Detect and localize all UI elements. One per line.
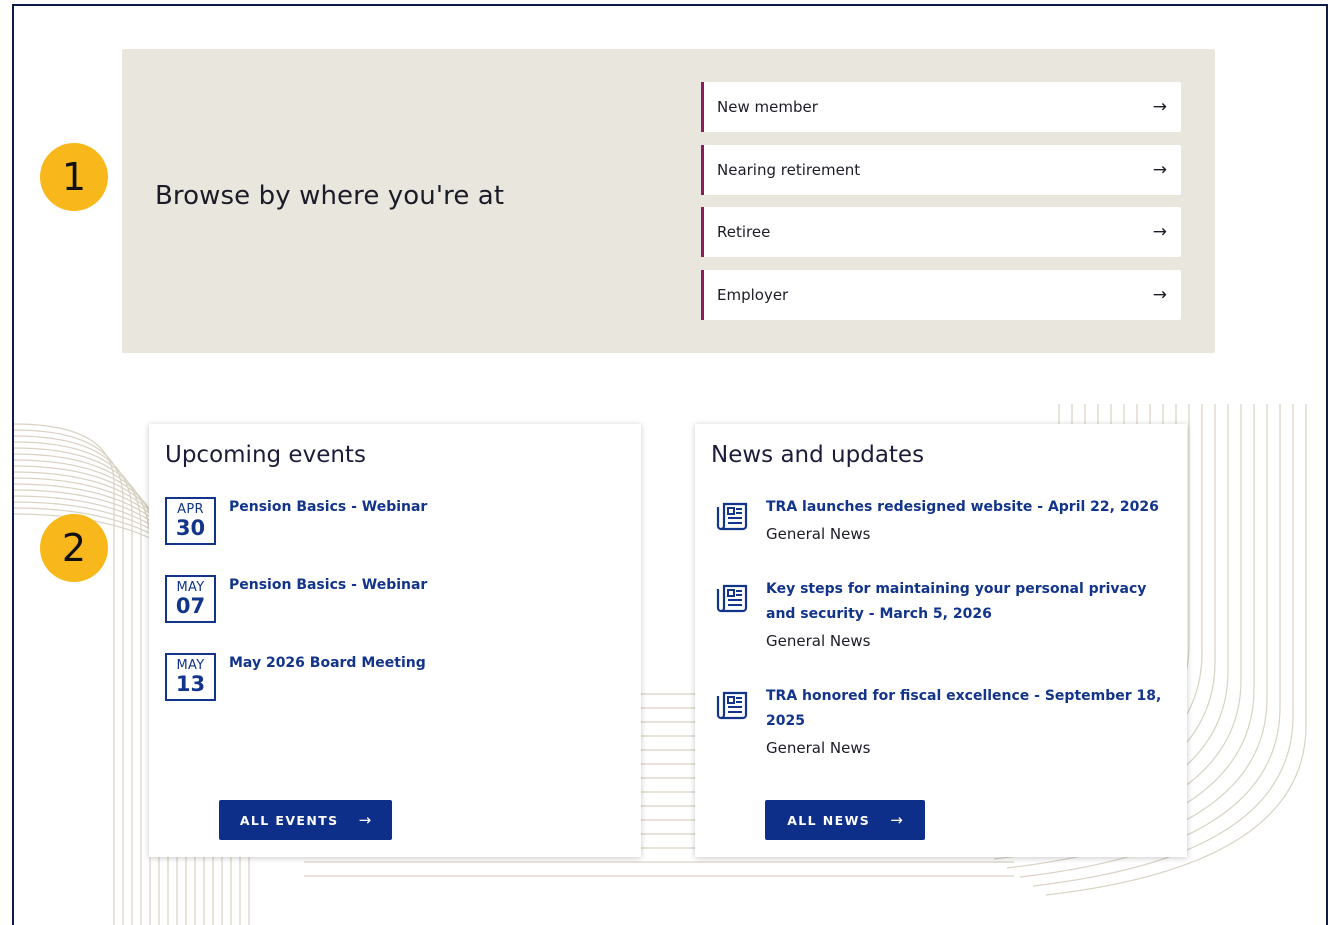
event-day: 13 <box>175 672 206 696</box>
arrow-right-icon: → <box>358 811 372 829</box>
event-day: 30 <box>175 516 206 540</box>
browse-item-nearing-retirement[interactable]: Nearing retirement → <box>701 144 1181 195</box>
newspaper-icon <box>716 691 748 720</box>
events-title: Upcoming events <box>165 442 366 468</box>
news-category: General News <box>766 525 871 543</box>
event-item: MAY 13 May 2026 Board Meeting <box>165 653 426 701</box>
news-body: TRA launches redesigned website - April … <box>766 495 1159 543</box>
event-link[interactable]: Pension Basics - Webinar <box>229 577 427 623</box>
all-events-button-label: ALL EVENTS <box>239 812 339 828</box>
browse-item-label: Employer <box>717 285 789 304</box>
browse-title: Browse by where you're at <box>155 181 505 211</box>
all-news-button-label: ALL NEWS <box>787 812 871 828</box>
event-link[interactable]: Pension Basics - Webinar <box>229 499 427 545</box>
browse-item-employer[interactable]: Employer → <box>701 269 1181 320</box>
arrow-right-icon: → <box>1152 284 1167 305</box>
arrow-right-icon: → <box>1152 222 1167 242</box>
news-body: TRA honored for fiscal excellence - Sept… <box>766 684 1173 757</box>
event-item: MAY 07 Pension Basics - Webinar <box>165 575 427 623</box>
browse-item-retiree[interactable]: Retiree → <box>701 207 1181 257</box>
news-item: TRA launches redesigned website - April … <box>713 495 1173 543</box>
event-month: MAY <box>176 658 205 673</box>
events-card: Upcoming events APR 30 Pension Basics - … <box>149 424 641 857</box>
all-news-button[interactable]: ALL NEWS → <box>765 800 925 840</box>
news-item: Key steps for maintaining your personal … <box>713 577 1173 650</box>
news-item: TRA honored for fiscal excellence - Sept… <box>713 684 1173 757</box>
event-date-box: MAY 07 <box>165 575 216 623</box>
browse-item-label: New member <box>717 98 818 116</box>
newspaper-icon <box>716 502 748 531</box>
news-body: Key steps for maintaining your personal … <box>766 577 1173 650</box>
news-link[interactable]: Key steps for maintaining your personal … <box>766 581 1146 622</box>
all-events-button[interactable]: ALL EVENTS → <box>219 800 392 840</box>
event-month: APR <box>177 502 204 517</box>
news-link[interactable]: TRA launches redesigned website - April … <box>766 499 1159 515</box>
browse-list: New member → Nearing retirement → Retire… <box>701 82 1181 332</box>
arrow-right-icon: → <box>1152 159 1167 180</box>
browse-panel: Browse by where you're at New member → N… <box>122 49 1215 353</box>
event-date-box: APR 30 <box>165 497 216 545</box>
decorative-line <box>14 429 124 925</box>
event-date-box: MAY 13 <box>165 653 216 701</box>
event-month: MAY <box>176 580 205 595</box>
event-item: APR 30 Pension Basics - Webinar <box>165 497 427 545</box>
event-link[interactable]: May 2026 Board Meeting <box>229 655 426 701</box>
step-badge-1: 1 <box>40 143 108 211</box>
arrow-right-icon: → <box>1152 97 1167 117</box>
news-card: News and updates TRA launches redesigned… <box>695 424 1187 857</box>
news-category: General News <box>766 739 871 757</box>
browse-item-new-member[interactable]: New member → <box>701 82 1181 132</box>
browse-item-label: Retiree <box>717 223 771 241</box>
arrow-right-icon: → <box>890 811 903 829</box>
event-day: 07 <box>175 594 206 618</box>
news-title: News and updates <box>711 442 925 468</box>
browse-item-label: Nearing retirement <box>717 160 861 179</box>
news-category: General News <box>766 632 871 650</box>
news-link[interactable]: TRA honored for fiscal excellence - Sept… <box>766 688 1161 729</box>
step-badge-2: 2 <box>40 514 108 582</box>
page-frame: Browse by where you're at New member → N… <box>12 4 1328 925</box>
newspaper-icon <box>716 584 748 613</box>
